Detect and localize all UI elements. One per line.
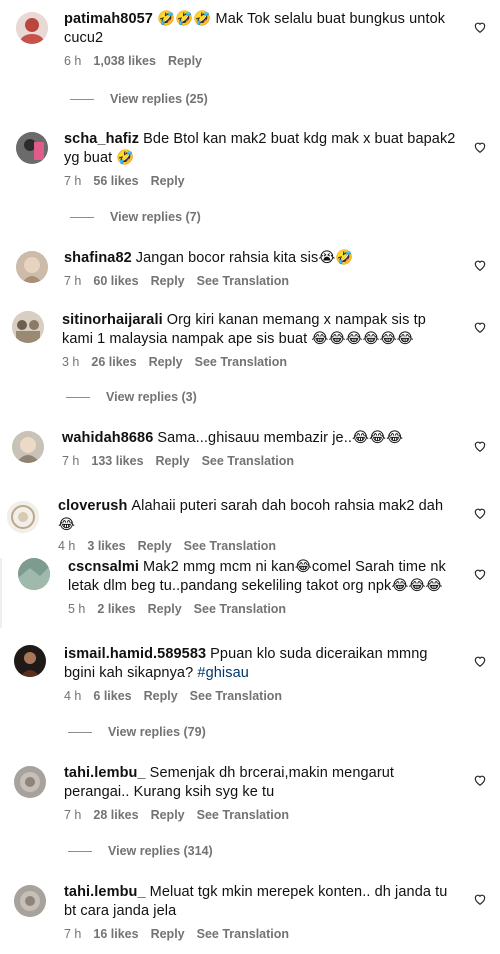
- comment-username[interactable]: patimah8057: [64, 11, 153, 27]
- comment-likes[interactable]: 16 likes: [93, 927, 138, 941]
- comment-username[interactable]: scha_hafiz: [64, 131, 139, 147]
- comment-time: 6 h: [64, 54, 82, 68]
- heart-icon[interactable]: [473, 654, 487, 668]
- comment-likes[interactable]: 133 likes: [91, 454, 143, 468]
- heart-icon[interactable]: [473, 20, 487, 34]
- see-translation-button[interactable]: See Translation: [202, 454, 294, 468]
- avatar[interactable]: [18, 558, 50, 590]
- reply-button[interactable]: Reply: [168, 54, 202, 68]
- see-translation-button[interactable]: See Translation: [184, 539, 276, 553]
- avatar[interactable]: [12, 311, 44, 343]
- reply-button[interactable]: Reply: [151, 174, 185, 188]
- see-translation-button[interactable]: See Translation: [190, 689, 282, 703]
- heart-icon[interactable]: [473, 439, 487, 453]
- comment-time: 5 h: [68, 602, 86, 616]
- reply-button[interactable]: Reply: [151, 808, 185, 822]
- heart-icon[interactable]: [473, 320, 487, 334]
- see-translation-button[interactable]: See Translation: [197, 808, 289, 822]
- view-replies-button[interactable]: View replies (79): [68, 725, 206, 739]
- comment-username[interactable]: cloverush: [58, 498, 127, 514]
- comment-username[interactable]: tahi.lembu_: [64, 884, 146, 900]
- avatar[interactable]: [7, 501, 39, 533]
- comment-likes[interactable]: 60 likes: [93, 274, 138, 288]
- see-translation-button[interactable]: See Translation: [197, 274, 289, 288]
- heart-icon[interactable]: [473, 773, 487, 787]
- comment-time: 4 h: [58, 539, 76, 553]
- comment-username[interactable]: cscnsalmi: [68, 559, 139, 575]
- comment-text: Sama...ghisauu membazir je..😂😂😂: [157, 430, 404, 446]
- comment-likes[interactable]: 28 likes: [93, 808, 138, 822]
- comment-username[interactable]: ismail.hamid.589583: [64, 646, 206, 662]
- comment-likes[interactable]: 6 likes: [93, 689, 131, 703]
- divider-line: [70, 98, 94, 100]
- comment-likes[interactable]: 26 likes: [91, 355, 136, 369]
- see-translation-button[interactable]: See Translation: [194, 602, 286, 616]
- reply-button[interactable]: Reply: [144, 689, 178, 703]
- view-replies-button[interactable]: View replies (314): [68, 844, 213, 858]
- avatar[interactable]: [16, 132, 48, 164]
- reply-button[interactable]: Reply: [138, 539, 172, 553]
- comment-time: 3 h: [62, 355, 80, 369]
- avatar[interactable]: [14, 766, 46, 798]
- comment-likes[interactable]: 56 likes: [93, 174, 138, 188]
- see-translation-button[interactable]: See Translation: [195, 355, 287, 369]
- comment-username[interactable]: shafina82: [64, 250, 132, 266]
- comment-time: 7 h: [64, 927, 82, 941]
- reply-thread-bar: [0, 558, 2, 628]
- avatar[interactable]: [12, 431, 44, 463]
- comment-likes[interactable]: 3 likes: [87, 539, 125, 553]
- comment-username[interactable]: sitinorhaijarali: [62, 312, 163, 328]
- reply-button[interactable]: Reply: [151, 274, 185, 288]
- comment-time: 7 h: [64, 174, 82, 188]
- comment-time: 4 h: [64, 689, 82, 703]
- reply-button[interactable]: Reply: [149, 355, 183, 369]
- divider-line: [68, 850, 92, 852]
- divider-line: [70, 216, 94, 218]
- avatar[interactable]: [16, 251, 48, 283]
- comment-likes[interactable]: 1,038 likes: [93, 54, 156, 68]
- comment-username[interactable]: wahidah8686: [62, 430, 153, 446]
- comment-time: 7 h: [64, 808, 82, 822]
- heart-icon[interactable]: [473, 892, 487, 906]
- heart-icon[interactable]: [473, 506, 487, 520]
- avatar[interactable]: [14, 645, 46, 677]
- comment-likes[interactable]: 2 likes: [97, 602, 135, 616]
- heart-icon[interactable]: [473, 567, 487, 581]
- heart-icon[interactable]: [473, 140, 487, 154]
- divider-line: [68, 731, 92, 733]
- view-replies-button[interactable]: View replies (3): [66, 390, 197, 404]
- heart-icon[interactable]: [473, 258, 487, 272]
- comment-text: Jangan bocor rahsia kita sis😭🤣: [135, 250, 354, 266]
- comment-username[interactable]: tahi.lembu_: [64, 765, 146, 781]
- view-replies-button[interactable]: View replies (7): [70, 210, 201, 224]
- avatar[interactable]: [16, 12, 48, 44]
- comment-time: 7 h: [64, 274, 82, 288]
- hashtag-link[interactable]: #ghisau: [197, 665, 249, 681]
- reply-button[interactable]: Reply: [156, 454, 190, 468]
- divider-line: [66, 396, 90, 398]
- reply-button[interactable]: Reply: [151, 927, 185, 941]
- view-replies-button[interactable]: View replies (25): [70, 92, 208, 106]
- avatar[interactable]: [14, 885, 46, 917]
- reply-button[interactable]: Reply: [148, 602, 182, 616]
- comment-time: 7 h: [62, 454, 80, 468]
- see-translation-button[interactable]: See Translation: [197, 927, 289, 941]
